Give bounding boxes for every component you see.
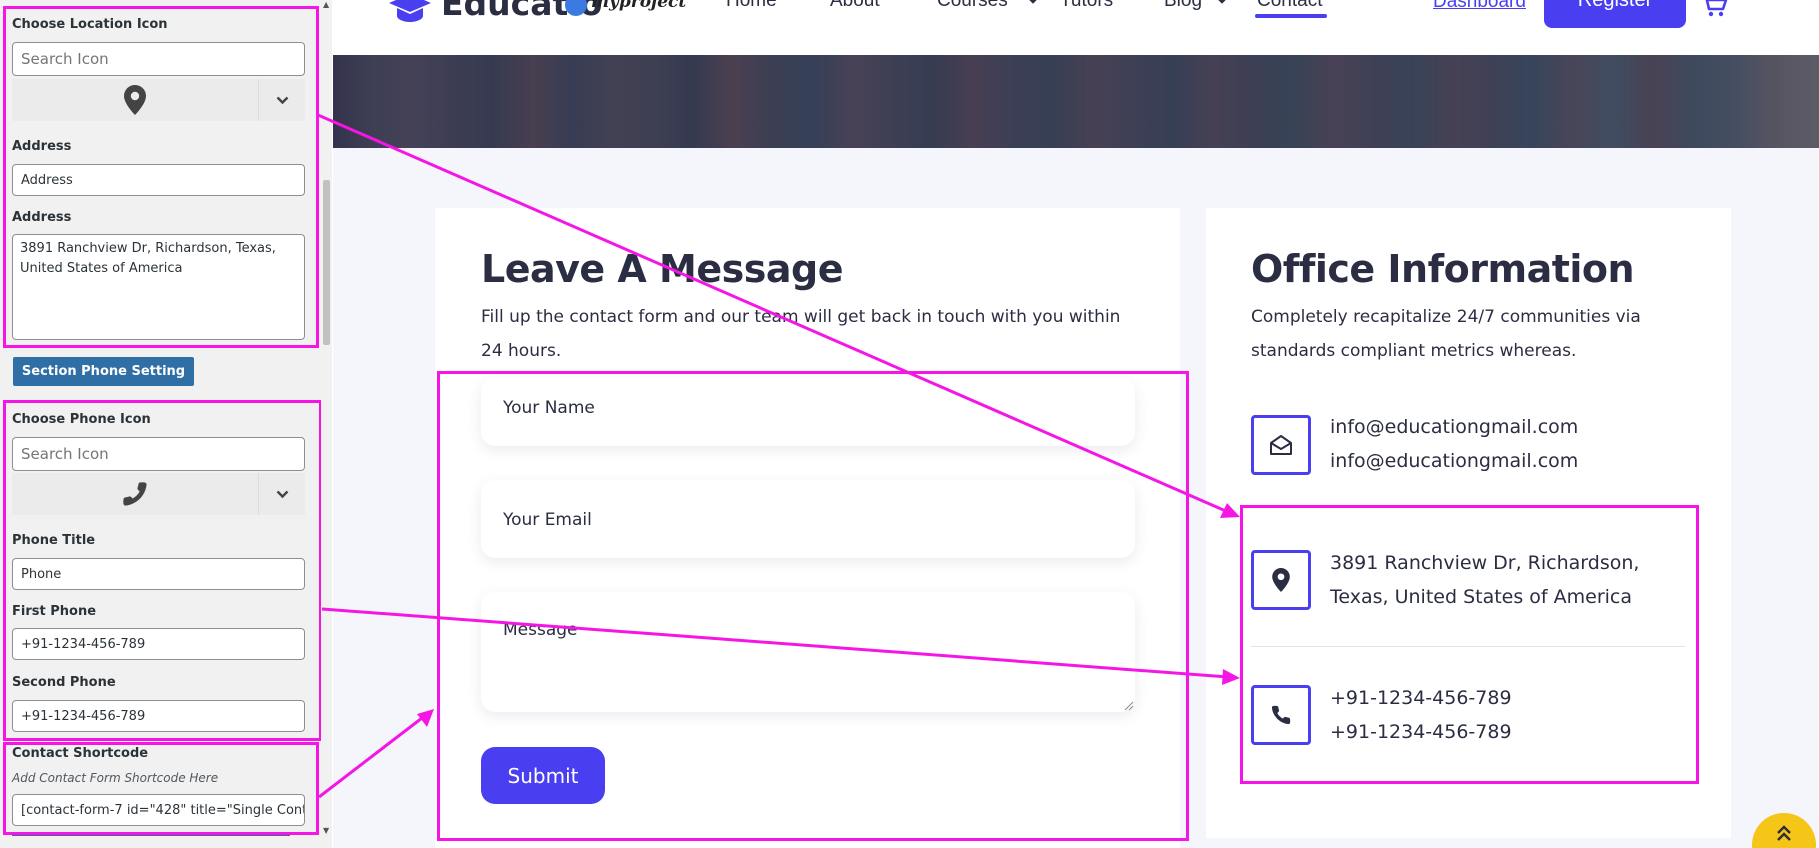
section-phone-setting-button[interactable]: Section Phone Setting <box>13 357 194 386</box>
scroll-up-arrow[interactable]: ▲ <box>323 0 329 9</box>
annotation-box-phone <box>3 400 322 741</box>
annotation-box-form <box>437 371 1189 841</box>
courses-chevron-icon[interactable] <box>1025 0 1041 4</box>
page-banner-image <box>333 55 1819 148</box>
scroll-down-arrow[interactable]: ▼ <box>323 826 329 835</box>
admin-settings-panel: Choose Location Icon Address Address Add… <box>0 0 332 848</box>
cart-icon[interactable] <box>1701 0 1729 22</box>
watermark-text: myproject <box>591 0 687 12</box>
office-email-1[interactable]: info@educationgmail.com <box>1330 410 1578 444</box>
nav-tutors[interactable]: Tutors <box>1060 0 1113 12</box>
nav-about[interactable]: About <box>830 0 880 12</box>
banner-overlay <box>333 55 1819 148</box>
dashboard-link[interactable]: Dashboard <box>1433 0 1526 13</box>
nav-courses[interactable]: Courses <box>937 0 1008 12</box>
annotation-box-location <box>3 6 319 348</box>
office-info-description: Completely recapitalize 24/7 communities… <box>1251 307 1641 361</box>
form-title: Leave A Message <box>481 247 843 291</box>
site-header: Educatio myproject Home About Courses Tu… <box>333 0 1819 55</box>
annotation-box-office <box>1240 505 1699 784</box>
office-email-2[interactable]: info@educationgmail.com <box>1330 444 1578 478</box>
double-chevron-up-icon <box>1777 825 1791 841</box>
graduation-cap-icon <box>389 0 431 28</box>
scrollbar-thumb[interactable] <box>323 180 330 345</box>
nav-contact[interactable]: Contact <box>1257 0 1322 12</box>
register-button[interactable]: Register <box>1544 0 1686 28</box>
nav-blog[interactable]: Blog <box>1164 0 1202 12</box>
sidebar-scrollbar[interactable]: ▲ ▼ <box>321 0 332 848</box>
envelope-open-icon <box>1270 435 1292 455</box>
active-nav-underline <box>1255 14 1327 18</box>
email-icon-box <box>1251 415 1311 475</box>
annotation-box-shortcode <box>3 742 319 835</box>
nav-home[interactable]: Home <box>726 0 777 12</box>
form-description: Fill up the contact form and our team wi… <box>481 307 1121 361</box>
office-info-title: Office Information <box>1251 247 1635 291</box>
blog-chevron-icon[interactable] <box>1214 0 1230 4</box>
